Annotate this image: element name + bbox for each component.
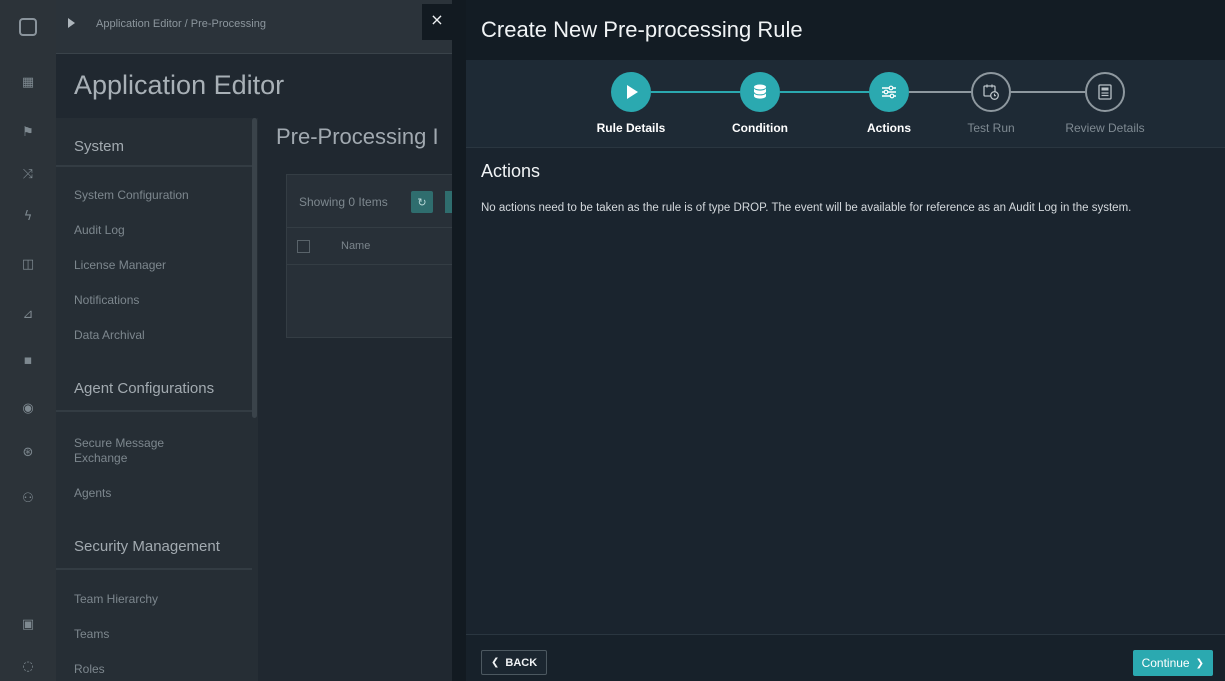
chevron-right-icon: ❯	[1195, 657, 1204, 669]
continue-button-label: Continue	[1141, 656, 1190, 670]
apps-grid-icon[interactable]: ▪	[0, 350, 56, 370]
rules-list-card: Showing 0 Items ↻ Name	[286, 174, 457, 338]
globe-icon[interactable]: ⊛	[0, 442, 56, 462]
refresh-icon[interactable]: ↻	[411, 191, 433, 213]
back-button-label: BACK	[505, 656, 538, 669]
menu-heading-system: System	[74, 138, 125, 155]
app-logo-icon[interactable]	[0, 0, 56, 54]
left-nav-rail: ▦ ⚑ ⤨ ϟ ◫ ⊿ ▪ ◉ ⊛ ⚇ ▣ ◌	[0, 0, 56, 681]
app-title: Application Editor	[74, 70, 285, 100]
back-button[interactable]: ❮ BACK	[481, 650, 548, 675]
table-header-row: Name	[287, 227, 455, 265]
clipboard-icon[interactable]: ▣	[0, 614, 56, 634]
wizard-stepper: Rule Details Condition Actions Test Run …	[466, 60, 1225, 148]
analytics-icon[interactable]: ⊿	[0, 304, 56, 324]
step-connector	[909, 91, 971, 93]
settings-side-menu: System System Configuration Audit Log Li…	[56, 118, 258, 681]
divider	[56, 165, 252, 167]
column-header-name[interactable]: Name	[341, 240, 370, 252]
step-review-details[interactable]	[1085, 72, 1125, 112]
section-title: Actions	[481, 161, 541, 181]
menu-item-roles[interactable]: Roles	[74, 662, 105, 677]
menu-item-team-hierarchy[interactable]: Team Hierarchy	[74, 592, 158, 607]
menu-item-audit-log[interactable]: Audit Log	[74, 223, 125, 238]
menu-item-secure-message-exchange[interactable]: Secure Message Exchange	[74, 436, 214, 466]
step-connector	[651, 91, 740, 93]
menu-item-notifications[interactable]: Notifications	[74, 293, 139, 308]
select-all-checkbox[interactable]	[297, 240, 310, 253]
menu-item-license-manager[interactable]: License Manager	[74, 258, 166, 273]
divider	[56, 568, 252, 570]
shuffle-icon[interactable]: ⤨	[0, 164, 56, 184]
step-test-run[interactable]	[971, 72, 1011, 112]
close-icon[interactable]: ×	[422, 4, 452, 40]
section-description: No actions need to be taken as the rule …	[481, 202, 1132, 214]
play-icon	[627, 85, 638, 99]
top-bar: Application Editor / Pre-Processing	[56, 0, 456, 54]
step-label-review-details[interactable]: Review Details	[1045, 121, 1165, 135]
step-label-test-run[interactable]: Test Run	[931, 121, 1051, 135]
menu-scrollbar[interactable]	[252, 118, 257, 418]
item-count: Showing 0 Items	[299, 195, 388, 209]
create-rule-drawer: Create New Pre-processing Rule Rule Deta…	[452, 0, 1225, 681]
menu-heading-security-management: Security Management	[74, 538, 220, 555]
step-connector	[1011, 91, 1085, 93]
database-icon	[753, 84, 767, 99]
bolt-icon[interactable]: ϟ	[0, 206, 56, 226]
incidents-icon[interactable]: ⚑	[0, 122, 56, 142]
drawer-header: Create New Pre-processing Rule	[466, 0, 1225, 60]
step-connector	[780, 91, 869, 93]
page-title: Pre-Processing I	[276, 124, 439, 149]
expand-icon[interactable]	[68, 18, 75, 28]
menu-item-agents[interactable]: Agents	[74, 486, 111, 501]
step-rule-details[interactable]	[611, 72, 651, 112]
briefcase-icon[interactable]: ◫	[0, 254, 56, 274]
settings-icon[interactable]: ◌	[0, 656, 56, 676]
menu-item-teams[interactable]: Teams	[74, 627, 109, 642]
step-label-condition[interactable]: Condition	[700, 121, 820, 135]
menu-heading-agent-configurations: Agent Configurations	[74, 380, 215, 397]
users-icon[interactable]: ⚇	[0, 488, 56, 508]
document-icon	[1098, 84, 1112, 100]
step-label-rule-details[interactable]: Rule Details	[571, 121, 691, 135]
divider	[56, 410, 252, 412]
drawer-title: Create New Pre-processing Rule	[481, 17, 803, 42]
sliders-icon	[882, 85, 896, 99]
menu-item-system-configuration[interactable]: System Configuration	[74, 188, 189, 203]
breadcrumb[interactable]: Application Editor / Pre-Processing	[96, 18, 266, 30]
continue-button[interactable]: Continue ❯	[1132, 650, 1213, 676]
user-circle-icon[interactable]: ◉	[0, 398, 56, 418]
drawer-footer: ❮ BACK Continue ❯	[466, 634, 1225, 681]
step-actions[interactable]	[869, 72, 909, 112]
calendar-clock-icon	[983, 84, 999, 100]
menu-item-data-archival[interactable]: Data Archival	[74, 328, 145, 343]
step-condition[interactable]	[740, 72, 780, 112]
chevron-left-icon: ❮	[491, 657, 500, 668]
dashboard-icon[interactable]: ▦	[0, 72, 56, 92]
